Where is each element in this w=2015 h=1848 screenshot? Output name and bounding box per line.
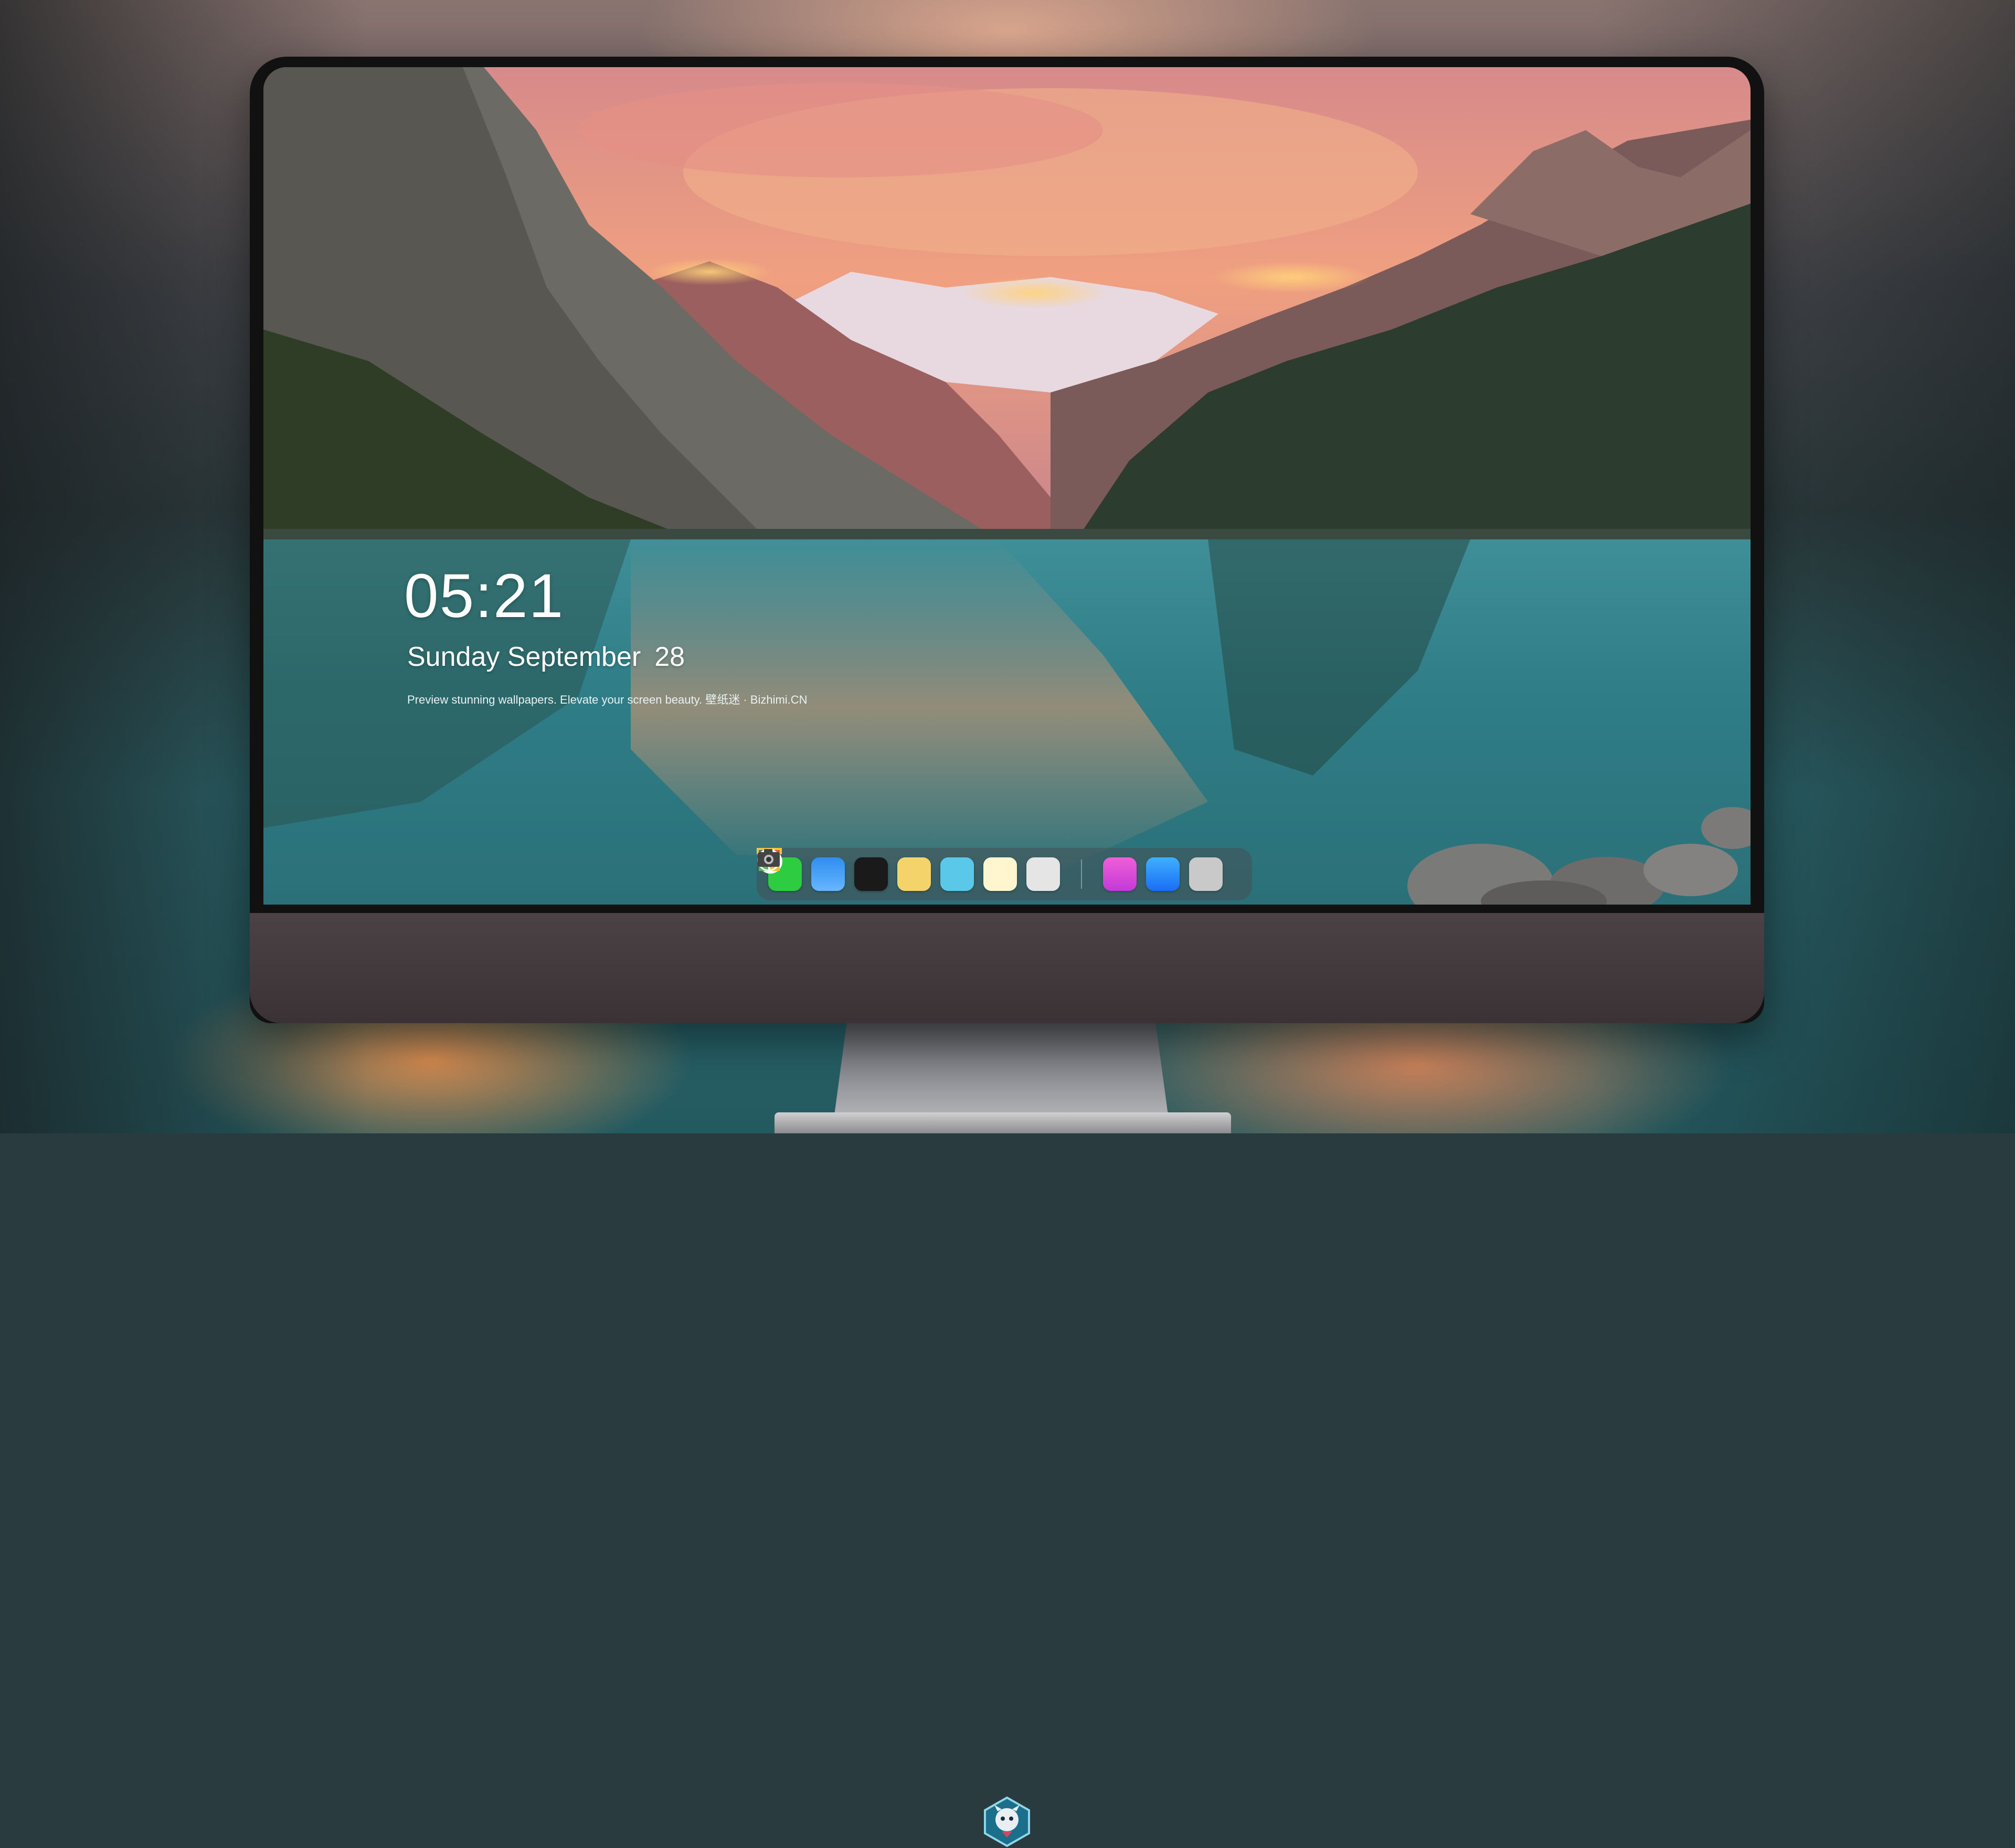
lock-screen-weekday-month: Sunday September: [407, 642, 641, 672]
camera-icon[interactable]: [758, 849, 1223, 891]
app-store-icon[interactable]: [757, 848, 1180, 891]
music-icon[interactable]: [760, 849, 1137, 891]
desktop-screen: 05:21 Sunday September 28 Preview stunnin…: [263, 67, 1751, 905]
monitor-stand-base: [775, 1112, 1231, 1133]
mascot-logo-icon: [980, 1796, 1034, 1848]
clips-icon[interactable]: [759, 850, 974, 891]
lock-screen-date: Sunday September 28: [407, 641, 685, 673]
lock-screen-time: 05:21: [404, 561, 565, 631]
lock-screen-day: 28: [654, 642, 685, 672]
notes-icon[interactable]: [757, 848, 1017, 891]
photo-booth-icon[interactable]: [759, 850, 1060, 891]
dock: [757, 848, 1252, 900]
dock-separator: [1081, 859, 1082, 889]
lock-screen-caption: Preview stunning wallpapers. Elevate you…: [407, 693, 808, 706]
monitor-chin: [250, 913, 1764, 1847]
preview-icon[interactable]: [759, 851, 931, 891]
clock-icon[interactable]: [758, 849, 888, 891]
weather-icon[interactable]: [759, 849, 845, 891]
wallpaper-lake-mountains: [263, 67, 1751, 905]
monitor-stand: [833, 1023, 1169, 1123]
